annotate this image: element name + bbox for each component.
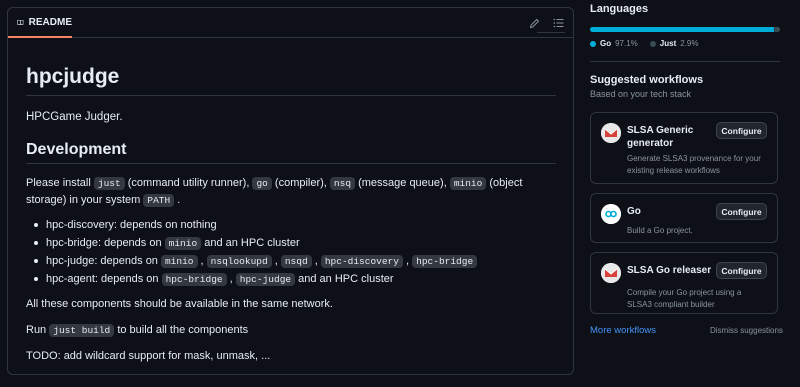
- run-text: Run: [26, 324, 50, 336]
- list-item: hpc-discovery: depends on nothing: [33, 216, 477, 234]
- code-hpc-bridge: hpc-bridge: [161, 273, 227, 286]
- list-item: hpc-bridge: depends on minio and an HPC …: [33, 234, 477, 252]
- code-hpc-judge: hpc-judge: [235, 273, 296, 286]
- list-item: hpc-judge: depends on minio , nsqlookupd…: [33, 252, 478, 270]
- readme-tab[interactable]: README: [8, 8, 72, 38]
- languages-legend: Go 97.1% Just 2.9%: [590, 39, 698, 48]
- readme-title: hpcjudge: [26, 65, 556, 96]
- code-hpc-bridge: hpc-bridge: [412, 255, 478, 268]
- workflows-title: Suggested workflows: [590, 74, 704, 86]
- install-text: (compiler),: [271, 177, 330, 189]
- languages-title: Languages: [590, 3, 649, 15]
- separator: ,: [271, 255, 281, 267]
- workflows-subtitle: Based on your tech stack: [590, 89, 692, 99]
- dismiss-suggestions-link[interactable]: Dismiss suggestions: [710, 326, 783, 335]
- run-text: to build all the components: [114, 324, 249, 336]
- language-percent: 2.9%: [680, 39, 699, 48]
- book-icon: [17, 19, 24, 25]
- install-paragraph: Please install just (command utility run…: [26, 175, 556, 209]
- readme-header: README: [8, 8, 573, 38]
- list-icon[interactable]: [551, 16, 565, 30]
- separator: ,: [402, 255, 413, 267]
- language-percent: 97.1%: [615, 39, 638, 48]
- workflow-description: Compile your Go project using a SLSA3 co…: [627, 288, 742, 309]
- language-dot-icon: [649, 40, 656, 47]
- language-name: Just: [659, 39, 677, 48]
- separator: ,: [226, 273, 236, 285]
- list-item-text: hpc-bridge: depends on: [46, 237, 165, 249]
- availability-paragraph: All these components should be available…: [26, 298, 333, 310]
- more-workflows-link[interactable]: More workflows: [590, 325, 656, 336]
- code-nsqd: nsqd: [280, 255, 312, 268]
- workflow-description: Generate SLSA3 provenance for your exist…: [627, 154, 761, 175]
- language-bar-segment-go: [590, 27, 774, 32]
- language-just[interactable]: Just 2.9%: [649, 39, 699, 48]
- code-minio: minio: [449, 177, 487, 190]
- code-nsqlookupd: nsqlookupd: [206, 255, 272, 268]
- slsa-icon: [601, 263, 621, 283]
- configure-button[interactable]: Configure: [716, 122, 767, 139]
- workflow-name: SLSA Go releaser: [627, 265, 712, 276]
- section-title: Development: [26, 141, 556, 164]
- code-nsq: nsq: [329, 177, 356, 190]
- workflow-card-go: Go Configure Build a Go project.: [590, 193, 778, 243]
- todo-paragraph: TODO: add wildcard support for mask, unm…: [26, 350, 271, 362]
- workflow-name: Go: [627, 206, 641, 217]
- readme-panel: README hpcjudge HPCGame Judger. Developm…: [7, 7, 574, 375]
- run-paragraph: Run just build to build all the componen…: [26, 322, 556, 339]
- language-go[interactable]: Go 97.1%: [590, 39, 638, 48]
- configure-button[interactable]: Configure: [716, 262, 767, 279]
- list-item-text: hpc-judge: depends on: [46, 255, 161, 267]
- sidebar-divider: [590, 61, 780, 62]
- readme-description: HPCGame Judger.: [26, 111, 123, 123]
- code-hpc-discovery: hpc-discovery: [320, 255, 403, 268]
- list-item-text: and an HPC cluster: [295, 273, 394, 285]
- components-list: hpc-discovery: depends on nothing hpc-br…: [33, 216, 478, 288]
- install-text: Please install: [26, 177, 94, 189]
- code-path: PATH: [143, 194, 175, 207]
- list-item-text: hpc-agent: depends on: [46, 273, 162, 285]
- code-minio: minio: [160, 255, 198, 268]
- language-dot-icon: [590, 40, 596, 47]
- workflow-description: Build a Go project.: [627, 226, 693, 235]
- readme-tab-label: README: [28, 16, 72, 28]
- pencil-icon[interactable]: [527, 16, 541, 30]
- code-minio: minio: [164, 237, 202, 250]
- configure-button[interactable]: Configure: [716, 203, 767, 220]
- header-divider: [537, 32, 565, 33]
- install-text: .: [174, 194, 181, 206]
- language-name: Go: [600, 39, 612, 48]
- workflow-card-slsa-go: SLSA Go releaser Configure Compile your …: [590, 252, 778, 314]
- separator: ,: [311, 255, 321, 267]
- install-text: (message queue),: [355, 177, 450, 189]
- workflow-name: SLSA Generic generator: [627, 125, 694, 149]
- code-go: go: [252, 177, 272, 190]
- install-text: (command utility runner),: [124, 177, 253, 189]
- workflow-card-slsa-generic: SLSA Generic generator Configure Generat…: [590, 112, 778, 184]
- code-just: just: [93, 177, 125, 190]
- go-icon: [601, 204, 621, 224]
- list-item-text: hpc-discovery: depends on nothing: [46, 219, 217, 231]
- language-bar-segment-just: [774, 27, 780, 32]
- separator: ,: [197, 255, 207, 267]
- list-item: hpc-agent: depends on hpc-bridge , hpc-j…: [33, 270, 477, 288]
- list-item-text: and an HPC cluster: [201, 237, 300, 249]
- slsa-icon: [601, 123, 621, 143]
- languages-bar: [590, 27, 780, 32]
- code-just-build: just build: [49, 324, 115, 337]
